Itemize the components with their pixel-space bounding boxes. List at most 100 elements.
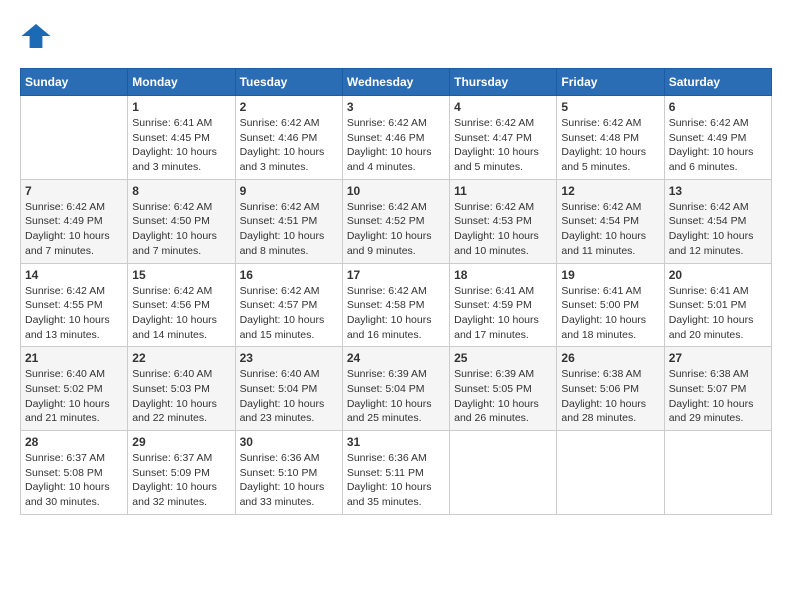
day-info: Sunrise: 6:42 AMSunset: 4:50 PMDaylight:…: [132, 200, 230, 259]
day-number: 9: [240, 184, 338, 198]
day-number: 8: [132, 184, 230, 198]
calendar-cell: 8 Sunrise: 6:42 AMSunset: 4:50 PMDaylight…: [128, 179, 235, 263]
day-info: Sunrise: 6:36 AMSunset: 5:11 PMDaylight:…: [347, 451, 445, 510]
day-info: Sunrise: 6:42 AMSunset: 4:46 PMDaylight:…: [240, 116, 338, 175]
day-info: Sunrise: 6:42 AMSunset: 4:58 PMDaylight:…: [347, 284, 445, 343]
day-info: Sunrise: 6:37 AMSunset: 5:09 PMDaylight:…: [132, 451, 230, 510]
calendar-cell: 24 Sunrise: 6:39 AMSunset: 5:04 PMDayligh…: [342, 347, 449, 431]
calendar-cell: 26 Sunrise: 6:38 AMSunset: 5:06 PMDayligh…: [557, 347, 664, 431]
day-number: 26: [561, 351, 659, 365]
weekday-header-monday: Monday: [128, 69, 235, 96]
calendar-cell: 28 Sunrise: 6:37 AMSunset: 5:08 PMDayligh…: [21, 431, 128, 515]
day-info: Sunrise: 6:42 AMSunset: 4:54 PMDaylight:…: [561, 200, 659, 259]
day-number: 16: [240, 268, 338, 282]
day-number: 11: [454, 184, 552, 198]
calendar-cell: [21, 96, 128, 180]
day-number: 1: [132, 100, 230, 114]
day-number: 4: [454, 100, 552, 114]
day-info: Sunrise: 6:42 AMSunset: 4:57 PMDaylight:…: [240, 284, 338, 343]
calendar-cell: 9 Sunrise: 6:42 AMSunset: 4:51 PMDaylight…: [235, 179, 342, 263]
day-number: 12: [561, 184, 659, 198]
day-info: Sunrise: 6:42 AMSunset: 4:49 PMDaylight:…: [669, 116, 767, 175]
day-number: 21: [25, 351, 123, 365]
day-info: Sunrise: 6:41 AMSunset: 5:00 PMDaylight:…: [561, 284, 659, 343]
day-number: 7: [25, 184, 123, 198]
calendar-table: SundayMondayTuesdayWednesdayThursdayFrid…: [20, 68, 772, 515]
day-info: Sunrise: 6:42 AMSunset: 4:54 PMDaylight:…: [669, 200, 767, 259]
calendar-cell: 12 Sunrise: 6:42 AMSunset: 4:54 PMDayligh…: [557, 179, 664, 263]
calendar-cell: [664, 431, 771, 515]
calendar-cell: 7Sunrise: 6:42 AMSunset: 4:49 PMDaylight…: [21, 179, 128, 263]
day-info: Sunrise: 6:42 AMSunset: 4:51 PMDaylight:…: [240, 200, 338, 259]
day-info: Sunrise: 6:40 AMSunset: 5:02 PMDaylight:…: [25, 367, 123, 426]
calendar-cell: 13Sunrise: 6:42 AMSunset: 4:54 PMDayligh…: [664, 179, 771, 263]
page-header: [20, 20, 772, 52]
day-info: Sunrise: 6:37 AMSunset: 5:08 PMDaylight:…: [25, 451, 123, 510]
day-number: 15: [132, 268, 230, 282]
weekday-header-wednesday: Wednesday: [342, 69, 449, 96]
day-number: 3: [347, 100, 445, 114]
day-number: 23: [240, 351, 338, 365]
day-info: Sunrise: 6:40 AMSunset: 5:03 PMDaylight:…: [132, 367, 230, 426]
day-number: 20: [669, 268, 767, 282]
calendar-cell: 2 Sunrise: 6:42 AMSunset: 4:46 PMDaylight…: [235, 96, 342, 180]
calendar-cell: 21 Sunrise: 6:40 AMSunset: 5:02 PMDayligh…: [21, 347, 128, 431]
calendar-cell: 3 Sunrise: 6:42 AMSunset: 4:46 PMDaylight…: [342, 96, 449, 180]
day-info: Sunrise: 6:42 AMSunset: 4:52 PMDaylight:…: [347, 200, 445, 259]
day-number: 18: [454, 268, 552, 282]
calendar-cell: 25 Sunrise: 6:39 AMSunset: 5:05 PMDayligh…: [450, 347, 557, 431]
weekday-header-row: SundayMondayTuesdayWednesdayThursdayFrid…: [21, 69, 772, 96]
day-info: Sunrise: 6:42 AMSunset: 4:55 PMDaylight:…: [25, 284, 123, 343]
weekday-header-friday: Friday: [557, 69, 664, 96]
day-info: Sunrise: 6:39 AMSunset: 5:04 PMDaylight:…: [347, 367, 445, 426]
calendar-week-row: 1Sunrise: 6:41 AMSunset: 4:45 PMDaylight…: [21, 96, 772, 180]
day-info: Sunrise: 6:42 AMSunset: 4:53 PMDaylight:…: [454, 200, 552, 259]
day-number: 17: [347, 268, 445, 282]
day-info: Sunrise: 6:42 AMSunset: 4:46 PMDaylight:…: [347, 116, 445, 175]
day-number: 25: [454, 351, 552, 365]
day-number: 22: [132, 351, 230, 365]
weekday-header-thursday: Thursday: [450, 69, 557, 96]
day-info: Sunrise: 6:36 AMSunset: 5:10 PMDaylight:…: [240, 451, 338, 510]
calendar-week-row: 7Sunrise: 6:42 AMSunset: 4:49 PMDaylight…: [21, 179, 772, 263]
calendar-cell: 14 Sunrise: 6:42 AMSunset: 4:55 PMDayligh…: [21, 263, 128, 347]
calendar-cell: 11 Sunrise: 6:42 AMSunset: 4:53 PMDayligh…: [450, 179, 557, 263]
day-number: 24: [347, 351, 445, 365]
day-number: 30: [240, 435, 338, 449]
calendar-cell: 17 Sunrise: 6:42 AMSunset: 4:58 PMDayligh…: [342, 263, 449, 347]
day-number: 19: [561, 268, 659, 282]
day-info: Sunrise: 6:42 AMSunset: 4:56 PMDaylight:…: [132, 284, 230, 343]
day-info: Sunrise: 6:40 AMSunset: 5:04 PMDaylight:…: [240, 367, 338, 426]
day-number: 31: [347, 435, 445, 449]
day-number: 27: [669, 351, 767, 365]
day-number: 28: [25, 435, 123, 449]
day-info: Sunrise: 6:38 AMSunset: 5:06 PMDaylight:…: [561, 367, 659, 426]
calendar-cell: 5Sunrise: 6:42 AMSunset: 4:48 PMDaylight…: [557, 96, 664, 180]
calendar-cell: 1Sunrise: 6:41 AMSunset: 4:45 PMDaylight…: [128, 96, 235, 180]
weekday-header-tuesday: Tuesday: [235, 69, 342, 96]
day-number: 10: [347, 184, 445, 198]
calendar-cell: 29Sunrise: 6:37 AMSunset: 5:09 PMDayligh…: [128, 431, 235, 515]
calendar-cell: 15 Sunrise: 6:42 AMSunset: 4:56 PMDayligh…: [128, 263, 235, 347]
calendar-week-row: 14 Sunrise: 6:42 AMSunset: 4:55 PMDayligh…: [21, 263, 772, 347]
calendar-week-row: 28 Sunrise: 6:37 AMSunset: 5:08 PMDayligh…: [21, 431, 772, 515]
day-number: 6: [669, 100, 767, 114]
calendar-cell: [450, 431, 557, 515]
calendar-cell: 30 Sunrise: 6:36 AMSunset: 5:10 PMDayligh…: [235, 431, 342, 515]
calendar-week-row: 21 Sunrise: 6:40 AMSunset: 5:02 PMDayligh…: [21, 347, 772, 431]
day-info: Sunrise: 6:38 AMSunset: 5:07 PMDaylight:…: [669, 367, 767, 426]
day-info: Sunrise: 6:42 AMSunset: 4:47 PMDaylight:…: [454, 116, 552, 175]
calendar-cell: [557, 431, 664, 515]
calendar-cell: 20Sunrise: 6:41 AMSunset: 5:01 PMDayligh…: [664, 263, 771, 347]
day-info: Sunrise: 6:41 AMSunset: 4:59 PMDaylight:…: [454, 284, 552, 343]
calendar-cell: 10 Sunrise: 6:42 AMSunset: 4:52 PMDayligh…: [342, 179, 449, 263]
calendar-cell: 22 Sunrise: 6:40 AMSunset: 5:03 PMDayligh…: [128, 347, 235, 431]
calendar-cell: 31 Sunrise: 6:36 AMSunset: 5:11 PMDayligh…: [342, 431, 449, 515]
day-info: Sunrise: 6:39 AMSunset: 5:05 PMDaylight:…: [454, 367, 552, 426]
day-number: 14: [25, 268, 123, 282]
calendar-cell: 27 Sunrise: 6:38 AMSunset: 5:07 PMDayligh…: [664, 347, 771, 431]
calendar-cell: 4 Sunrise: 6:42 AMSunset: 4:47 PMDaylight…: [450, 96, 557, 180]
weekday-header-saturday: Saturday: [664, 69, 771, 96]
calendar-cell: 19 Sunrise: 6:41 AMSunset: 5:00 PMDayligh…: [557, 263, 664, 347]
day-number: 2: [240, 100, 338, 114]
